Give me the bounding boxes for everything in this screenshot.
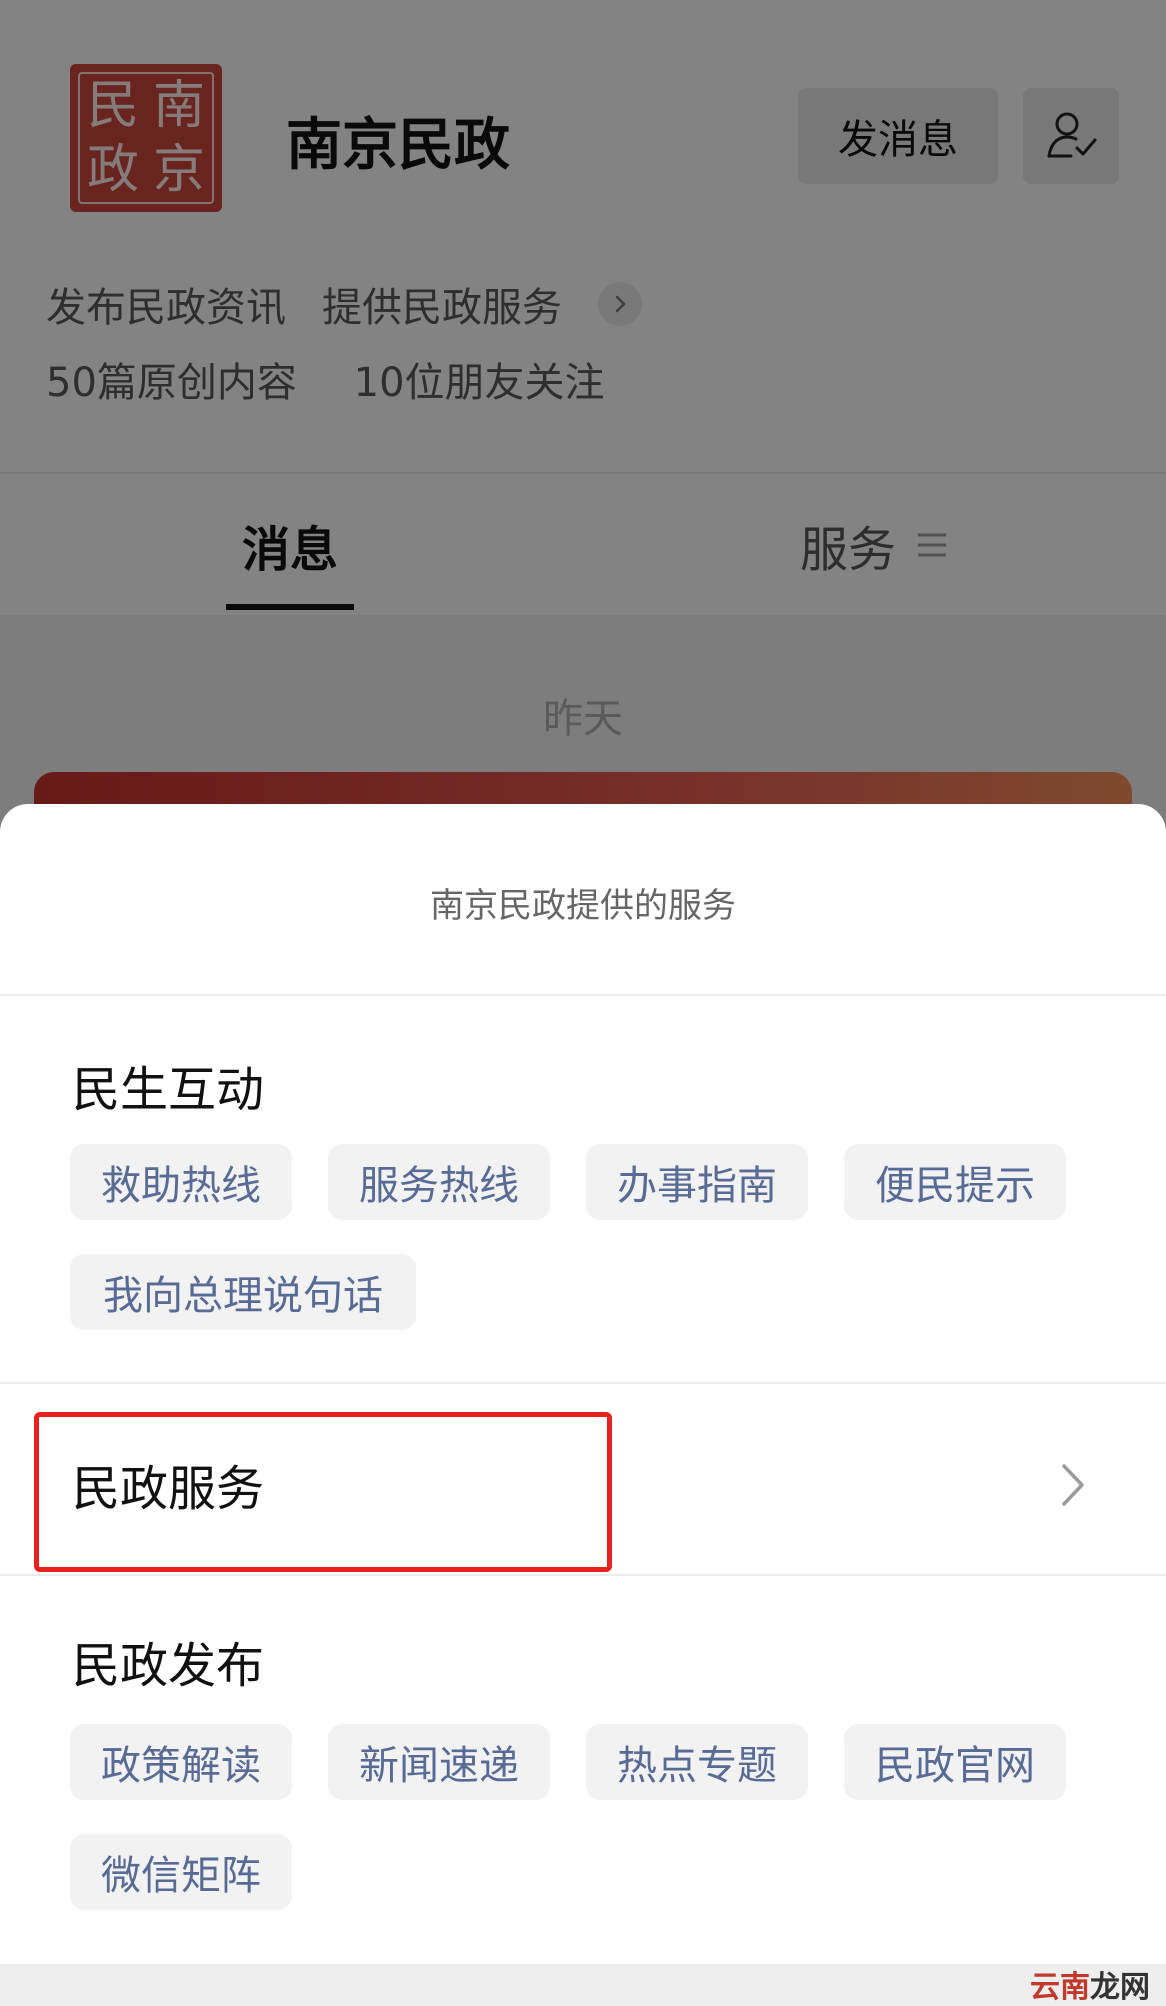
service-chip[interactable]: 热点专题 — [586, 1724, 808, 1800]
highlight-annotation-box — [34, 1412, 612, 1572]
service-chip[interactable]: 救助热线 — [70, 1144, 292, 1220]
service-chip[interactable]: 新闻速递 — [328, 1724, 550, 1800]
watermark-part: 云南 — [1030, 1970, 1090, 2005]
section-title-civil-affairs-releases: 民政发布 — [72, 1638, 265, 1694]
section-title-livelihood-interaction: 民生互动 — [72, 1062, 265, 1118]
watermark-part: 龙网 — [1090, 1970, 1150, 2005]
services-sheet: 南京民政提供的服务 民生互动 救助热线 服务热线 办事指南 便民提示 我向总理说… — [0, 804, 1166, 1964]
divider — [0, 1382, 1166, 1384]
service-chip[interactable]: 我向总理说句话 — [70, 1254, 416, 1330]
service-chip[interactable]: 政策解读 — [70, 1724, 292, 1800]
service-chip[interactable]: 办事指南 — [586, 1144, 808, 1220]
service-chip[interactable]: 服务热线 — [328, 1144, 550, 1220]
chevron-right-icon[interactable] — [1058, 1460, 1088, 1510]
bottom-strip — [0, 1964, 1166, 2006]
watermark: 云南龙网 — [1030, 1962, 1150, 2006]
divider — [0, 1574, 1166, 1576]
divider — [0, 994, 1166, 996]
sheet-title: 南京民政提供的服务 — [430, 886, 736, 926]
service-chip[interactable]: 便民提示 — [844, 1144, 1066, 1220]
service-chip[interactable]: 微信矩阵 — [70, 1834, 292, 1910]
service-chip[interactable]: 民政官网 — [844, 1724, 1066, 1800]
